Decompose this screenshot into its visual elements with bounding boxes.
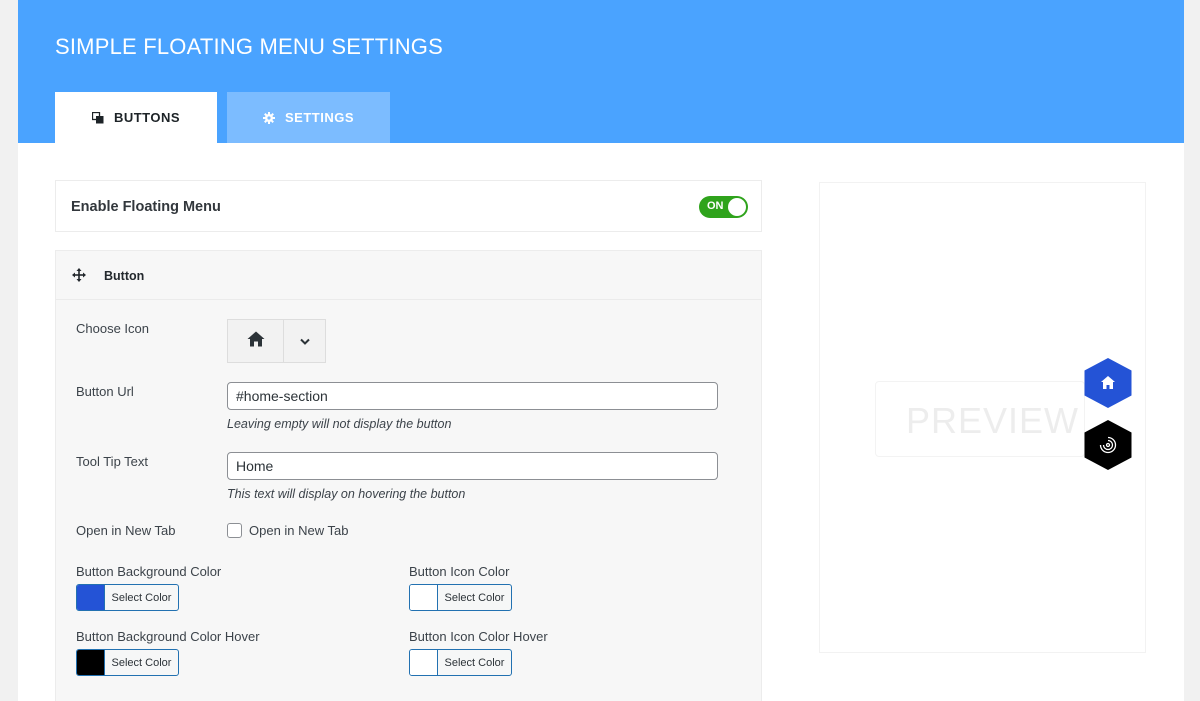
settings-panel: SIMPLE FLOATING MENU SETTINGS BUTTONS SE…: [18, 0, 1184, 701]
toggle-state-text: ON: [707, 200, 724, 212]
icon-picker-selected[interactable]: [228, 320, 284, 362]
button-icon-color-hover-label: Button Icon Color Hover: [409, 629, 548, 644]
tooltip-text-label: Tool Tip Text: [76, 454, 149, 469]
select-color-label: Select Color: [111, 591, 172, 604]
gear-icon: [262, 111, 275, 124]
button-url-help: Leaving empty will not display the butto…: [227, 417, 452, 431]
choose-icon-label: Choose Icon: [76, 321, 149, 336]
button-bg-color-picker[interactable]: Select Color: [76, 584, 179, 611]
button-bg-color-hover-label: Button Background Color Hover: [76, 629, 260, 644]
button-icon-color-label: Button Icon Color: [409, 564, 510, 579]
select-color-label: Select Color: [444, 591, 505, 604]
color-swatch: [410, 650, 438, 675]
page-title: SIMPLE FLOATING MENU SETTINGS: [55, 34, 443, 59]
button-icon-color-picker[interactable]: Select Color: [409, 584, 512, 611]
color-swatch: [410, 585, 438, 610]
button-settings-card: Button Choose Icon Button Url #home-sect…: [55, 250, 762, 701]
preview-spiral-button[interactable]: [1083, 419, 1133, 471]
preview-box: PREVIEW: [875, 381, 1085, 457]
enable-floating-menu-label: Enable Floating Menu: [71, 199, 221, 215]
color-swatch: [77, 585, 105, 610]
enable-toggle[interactable]: ON: [699, 196, 748, 218]
preview-text: PREVIEW: [906, 400, 1080, 441]
button-icon-color-hover-picker[interactable]: Select Color: [409, 649, 512, 676]
toggle-knob: [728, 198, 746, 216]
move-icon[interactable]: [72, 268, 86, 287]
icon-picker[interactable]: [227, 319, 326, 363]
home-icon: [247, 331, 265, 352]
open-new-tab-checkbox-label[interactable]: Open in New Tab: [249, 523, 349, 538]
button-card-header: Button: [56, 251, 761, 300]
open-new-tab-checkbox[interactable]: [227, 523, 242, 538]
tab-settings-label: SETTINGS: [284, 110, 354, 125]
color-swatch: [77, 650, 105, 675]
tooltip-text-input[interactable]: Home: [227, 452, 718, 480]
header: SIMPLE FLOATING MENU SETTINGS BUTTONS SE…: [18, 0, 1184, 143]
tab-settings[interactable]: SETTINGS: [227, 92, 390, 143]
open-new-tab-label: Open in New Tab: [76, 523, 176, 538]
icon-picker-dropdown[interactable]: [284, 320, 325, 362]
select-color-label: Select Color: [444, 656, 505, 669]
button-bg-color-label: Button Background Color: [76, 564, 222, 579]
select-color-label: Select Color: [111, 656, 172, 669]
tab-buttons-label: BUTTONS: [113, 110, 181, 125]
enable-floating-menu-row: Enable Floating Menu ON: [55, 180, 762, 232]
preview-card: PREVIEW: [819, 182, 1146, 653]
chevron-down-icon: [299, 332, 310, 350]
button-url-input[interactable]: #home-section: [227, 382, 718, 410]
button-bg-color-hover-picker[interactable]: Select Color: [76, 649, 179, 676]
button-url-label: Button Url: [76, 384, 134, 399]
tooltip-text-help: This text will display on hovering the b…: [227, 487, 466, 501]
button-card-title: Button: [104, 269, 145, 283]
tab-buttons[interactable]: BUTTONS: [55, 92, 217, 143]
preview-home-button[interactable]: [1083, 357, 1133, 409]
copy-icon: [91, 111, 104, 124]
